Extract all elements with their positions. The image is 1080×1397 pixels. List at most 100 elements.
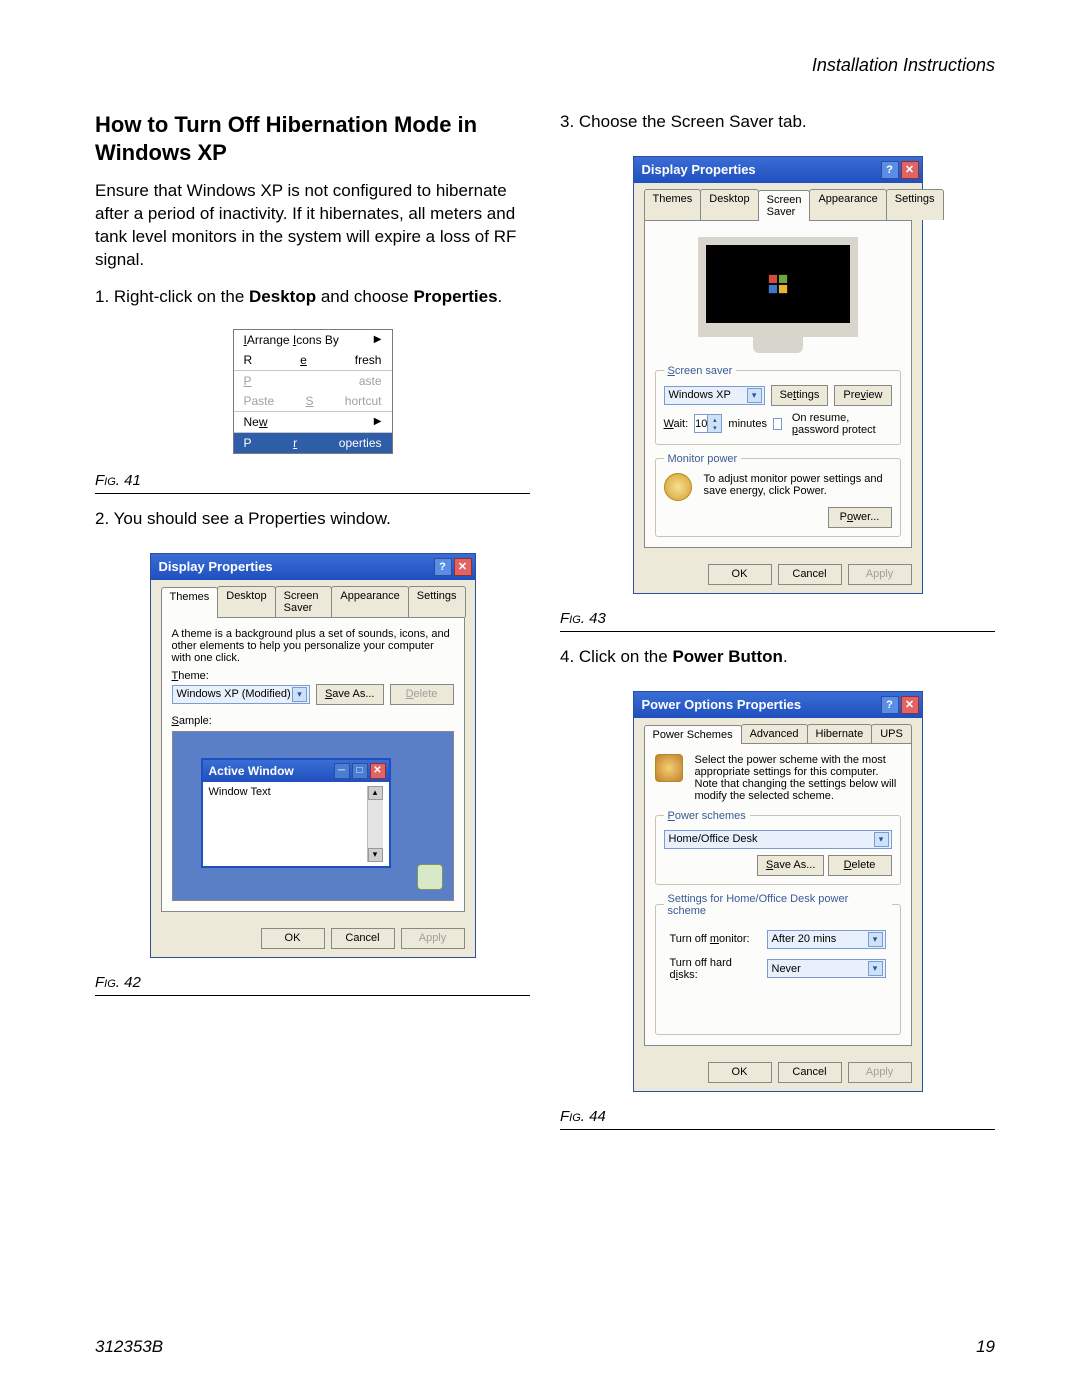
ok-button[interactable]: OK: [708, 1062, 772, 1083]
ctx-properties[interactable]: PropertiesProperties: [234, 433, 392, 453]
ok-button[interactable]: OK: [708, 564, 772, 585]
apply-button: Apply: [848, 564, 912, 585]
close-icon: ✕: [370, 763, 386, 779]
tab-themes[interactable]: Themes: [644, 189, 702, 220]
dialog-title: Power Options Properties: [642, 697, 802, 712]
fig-41-rule: [95, 493, 530, 494]
ctx-paste: PastePaste: [234, 371, 392, 391]
close-button[interactable]: ✕: [901, 161, 919, 179]
display-properties-screensaver-dialog: Display Properties ? ✕ Themes Desktop Sc…: [633, 156, 923, 594]
intro-paragraph: Ensure that Windows XP is not configured…: [95, 180, 530, 272]
fig-44-label: Fig. 44: [560, 1108, 995, 1125]
theme-sample-preview: Active Window ─ □ ✕ Window Text ▴▾: [172, 731, 454, 901]
help-button[interactable]: ?: [881, 161, 899, 179]
turn-off-hard-disks-label: Turn off hard disks:Turn off hard disks:: [666, 954, 761, 984]
ctx-refresh[interactable]: RefreshRefresh: [234, 350, 392, 370]
tab-desktop[interactable]: Desktop: [700, 189, 758, 220]
recycle-bin-icon: [417, 864, 443, 890]
tab-strip: Themes Desktop Screen Saver Appearance S…: [644, 189, 912, 220]
resume-label: On resume, password protectOn resume, pa…: [792, 412, 892, 436]
dialog-titlebar: Display Properties ? ✕: [151, 554, 475, 580]
tab-themes[interactable]: Themes: [161, 587, 219, 618]
chevron-down-icon: ▾: [292, 687, 307, 702]
monitor-preview: [655, 231, 901, 357]
turn-off-monitor-label: Turn off monitor:Turn off monitor:: [666, 927, 761, 952]
fig-43-label: Fig. 43: [560, 610, 995, 627]
page-title: How to Turn Off Hibernation Mode in Wind…: [95, 111, 530, 166]
chevron-down-icon: ▾: [868, 932, 883, 947]
settings-button[interactable]: SettingsSettings: [771, 385, 829, 406]
tab-screen-saver[interactable]: Screen Saver: [758, 190, 811, 221]
apply-button: Apply: [848, 1062, 912, 1083]
wait-spinner[interactable]: 10 ▴▾: [694, 414, 722, 433]
sample-label: Sample:Sample:: [172, 715, 454, 727]
tab-appearance[interactable]: Appearance: [331, 586, 408, 617]
theme-select[interactable]: Windows XP (Modified)▾: [172, 685, 310, 704]
power-button[interactable]: Power...Power...: [828, 507, 892, 528]
minutes-label: minutes: [728, 418, 767, 430]
tab-advanced[interactable]: Advanced: [741, 724, 808, 743]
help-button[interactable]: ?: [434, 558, 452, 576]
delete-button[interactable]: DeleteDelete: [828, 855, 892, 876]
ctx-paste-shortcut: Paste ShortcutPaste Shortcut: [234, 391, 392, 411]
tab-settings[interactable]: Settings: [886, 189, 944, 220]
context-menu: IArrange Icons ByArrange Icons By▶ Refre…: [233, 329, 393, 454]
left-column: How to Turn Off Hibernation Mode in Wind…: [95, 111, 530, 1144]
screensaver-select[interactable]: Windows XP▾: [664, 386, 765, 405]
theme-description: A theme is a background plus a set of so…: [172, 628, 454, 664]
tab-ups[interactable]: UPS: [871, 724, 912, 743]
monitor-power-text: To adjust monitor power settings and sav…: [704, 473, 892, 497]
scrollbar: ▴▾: [367, 786, 383, 862]
power-scheme-select[interactable]: Home/Office Desk▾: [664, 830, 892, 849]
power-scheme-desc: Select the power scheme with the most ap…: [695, 754, 901, 802]
theme-label: Theme:Theme:: [172, 670, 454, 682]
tab-strip: Themes Desktop Screen Saver Appearance S…: [161, 586, 465, 617]
dialog-title: Display Properties: [159, 559, 273, 574]
turn-off-hard-disks-select[interactable]: Never▾: [767, 959, 886, 978]
close-button[interactable]: ✕: [454, 558, 472, 576]
minimize-icon: ─: [334, 763, 350, 779]
dialog-title: Display Properties: [642, 162, 756, 177]
chevron-right-icon: ▶: [374, 416, 382, 427]
resume-checkbox[interactable]: [773, 418, 782, 430]
right-column: 3. Choose the Screen Saver tab. Display …: [560, 111, 995, 1144]
footer-doc-id: 312353B: [95, 1337, 163, 1357]
step-4: 4. Click on the Power Button.: [560, 646, 995, 669]
ctx-new[interactable]: NewNew▶: [234, 412, 392, 432]
tab-hibernate[interactable]: Hibernate: [807, 724, 873, 743]
screensaver-legend: Screen saverScreen saver: [664, 365, 737, 377]
ok-button[interactable]: OK: [261, 928, 325, 949]
step-1: 1. Right-click on the Desktop and choose…: [95, 286, 530, 309]
dialog-titlebar: Display Properties ? ✕: [634, 157, 922, 183]
monitor-power-legend: Monitor power: [664, 453, 742, 465]
wait-label: Wait:Wait:: [664, 418, 689, 430]
windows-logo-icon: [767, 273, 789, 295]
tab-screen-saver[interactable]: Screen Saver: [275, 586, 333, 617]
chevron-right-icon: ▶: [374, 334, 382, 345]
save-as-button[interactable]: Save As...Save As...: [316, 684, 384, 705]
preview-active-window: Active Window ─ □ ✕ Window Text ▴▾: [201, 758, 391, 868]
footer-page-number: 19: [976, 1337, 995, 1357]
ctx-arrange-icons[interactable]: IArrange Icons ByArrange Icons By▶: [234, 330, 392, 350]
turn-off-monitor-select[interactable]: After 20 mins▾: [767, 930, 886, 949]
fig-41-label: Fig. 41: [95, 472, 530, 489]
tab-strip: Power Schemes Advanced Hibernate UPS: [644, 724, 912, 743]
cancel-button[interactable]: Cancel: [778, 1062, 842, 1083]
delete-button: DeleteDelete: [390, 684, 454, 705]
cancel-button[interactable]: Cancel: [331, 928, 395, 949]
close-button[interactable]: ✕: [901, 696, 919, 714]
step-3: 3. Choose the Screen Saver tab.: [560, 111, 995, 134]
fig-44-rule: [560, 1129, 995, 1130]
help-button[interactable]: ?: [881, 696, 899, 714]
tab-appearance[interactable]: Appearance: [809, 189, 886, 220]
power-options-dialog: Power Options Properties ? ✕ Power Schem…: [633, 691, 923, 1092]
chevron-down-icon: ▾: [874, 832, 889, 847]
preview-button[interactable]: PreviewPreview: [834, 385, 891, 406]
tab-settings[interactable]: Settings: [408, 586, 466, 617]
tab-power-schemes[interactable]: Power Schemes: [644, 725, 742, 744]
cancel-button[interactable]: Cancel: [778, 564, 842, 585]
settings-for-legend: Settings for Home/Office Desk power sche…: [664, 893, 892, 917]
save-as-button[interactable]: Save As...Save As...: [757, 855, 825, 876]
dialog-titlebar: Power Options Properties ? ✕: [634, 692, 922, 718]
tab-desktop[interactable]: Desktop: [217, 586, 275, 617]
